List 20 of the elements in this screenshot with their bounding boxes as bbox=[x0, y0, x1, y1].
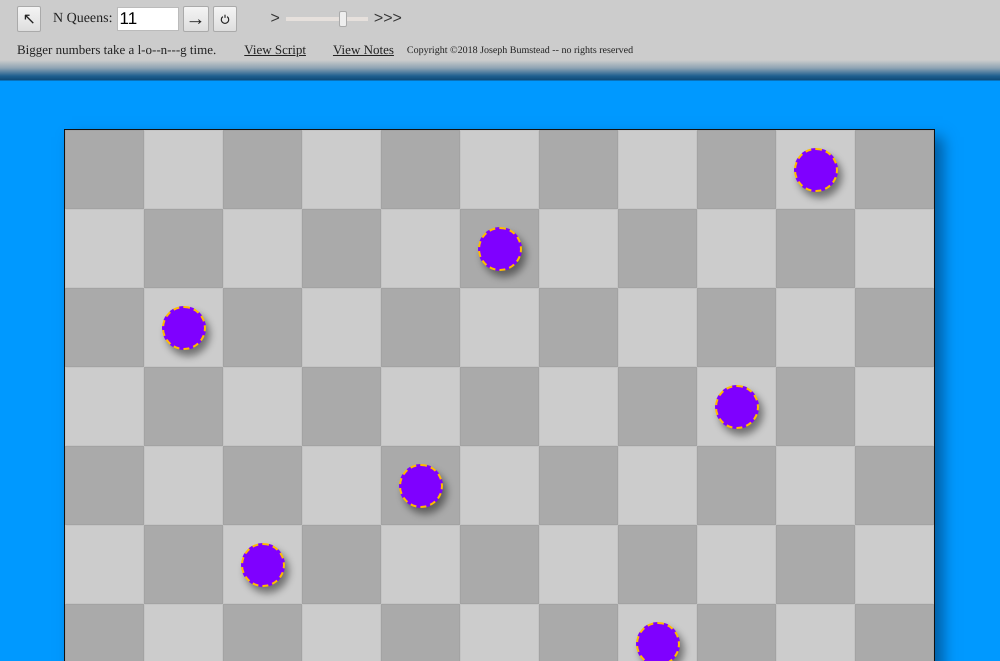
go-button[interactable]: → bbox=[182, 6, 208, 32]
copyright-text: Copyright ©2018 Joseph Bumstead -- no rights reserved bbox=[406, 44, 634, 56]
board-square[interactable] bbox=[776, 130, 855, 209]
back-button[interactable]: ↖ bbox=[17, 6, 41, 32]
fast-label: >>> bbox=[374, 10, 402, 28]
board-square[interactable] bbox=[144, 288, 223, 367]
board-square[interactable] bbox=[618, 604, 697, 661]
queens-label: N Queens: bbox=[53, 11, 112, 27]
view-script-link[interactable]: View Script bbox=[244, 42, 306, 58]
hint-text: Bigger numbers take a l-o--n---g time. bbox=[17, 42, 216, 58]
slow-label: > bbox=[270, 10, 280, 28]
reset-button[interactable] bbox=[212, 6, 236, 32]
board-square[interactable] bbox=[697, 367, 776, 446]
reset-icon bbox=[220, 12, 230, 26]
board-square[interactable] bbox=[381, 446, 460, 525]
slider-thumb[interactable] bbox=[339, 11, 348, 27]
view-notes-link[interactable]: View Notes bbox=[332, 42, 394, 58]
board-square[interactable] bbox=[223, 525, 302, 604]
queens-input[interactable]: 11 bbox=[116, 7, 178, 31]
board-square[interactable] bbox=[460, 209, 539, 288]
